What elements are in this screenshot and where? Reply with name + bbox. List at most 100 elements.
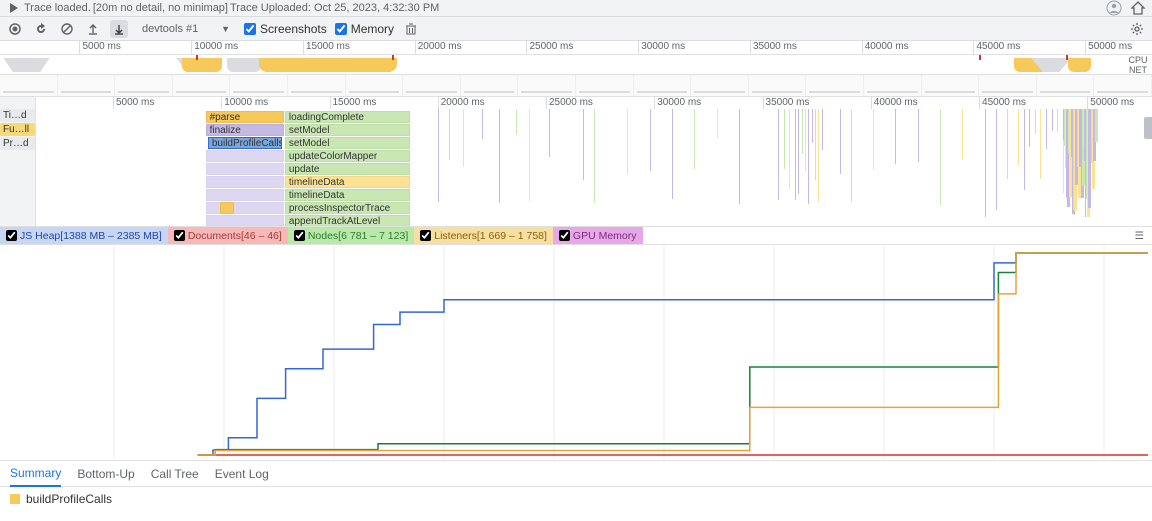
settings-button[interactable] xyxy=(1128,20,1146,38)
status-uploaded: Trace Uploaded: Oct 25, 2023, 4:32:30 PM xyxy=(230,2,439,14)
overview-marker xyxy=(1066,55,1068,60)
screenshot-thumb[interactable] xyxy=(346,75,404,96)
counter-gpu-label: GPU Memory xyxy=(573,230,637,242)
toolbar: devtools #1 ▼ Screenshots Memory xyxy=(0,17,1152,41)
memory-checkbox[interactable]: Memory xyxy=(335,22,394,36)
flame-call[interactable]: appendTrackAtLevel xyxy=(285,215,410,226)
record-button[interactable] xyxy=(6,20,24,38)
flame-call[interactable]: processInspectorTrace xyxy=(285,202,410,214)
screenshot-thumb[interactable] xyxy=(230,75,288,96)
ruler-tick: 40000 ms xyxy=(871,97,918,109)
screenshot-thumb[interactable] xyxy=(576,75,634,96)
flame-call[interactable]: finalize xyxy=(206,124,284,136)
overview-ruler[interactable]: 5000 ms10000 ms15000 ms20000 ms25000 ms3… xyxy=(0,41,1152,55)
counter-listeners-input[interactable] xyxy=(420,230,431,241)
ruler-tick: 15000 ms xyxy=(330,97,377,109)
screenshot-thumb[interactable] xyxy=(806,75,864,96)
flame-stripe xyxy=(672,109,673,199)
flame-call[interactable]: updateColorMapper xyxy=(285,150,410,162)
counter-gpu[interactable]: GPU Memory xyxy=(553,227,643,244)
flame-call[interactable] xyxy=(206,202,284,214)
flame-stripe xyxy=(985,109,986,217)
flame-call[interactable]: setModel xyxy=(285,124,410,136)
flame-call[interactable] xyxy=(206,163,284,175)
screenshot-thumb[interactable] xyxy=(461,75,519,96)
screenshot-thumb[interactable] xyxy=(1094,75,1152,96)
flame-call[interactable]: timelineData xyxy=(285,176,410,188)
avatar-icon[interactable] xyxy=(1106,0,1122,16)
counter-js-input[interactable] xyxy=(6,230,17,241)
reload-button[interactable] xyxy=(32,20,50,38)
target-dropdown[interactable]: devtools #1 ▼ xyxy=(136,21,236,37)
track-header[interactable]: Fu…ll xyxy=(0,123,35,136)
counter-gpu-input[interactable] xyxy=(559,230,570,241)
flame-call[interactable]: update xyxy=(285,163,410,175)
flame-call[interactable]: buildProfileCalls xyxy=(208,137,282,149)
flame-stripe xyxy=(798,109,799,194)
screenshot-thumb[interactable] xyxy=(749,75,807,96)
play-icon[interactable] xyxy=(6,0,22,16)
clear-button[interactable] xyxy=(58,20,76,38)
overview-strip[interactable]: CPU NET xyxy=(0,55,1152,75)
screenshots-input[interactable] xyxy=(244,23,256,35)
screenshot-thumb[interactable] xyxy=(115,75,173,96)
screenshot-thumb[interactable] xyxy=(288,75,346,96)
flame-stripe xyxy=(1024,109,1025,190)
counter-nodes-input[interactable] xyxy=(294,230,305,241)
flame-body[interactable]: #parsefinalizebuildProfileCalls loadingCo… xyxy=(36,109,1152,226)
status-detail: [20m no detail, no minimap] xyxy=(93,2,228,14)
garbage-collect-button[interactable] xyxy=(402,20,420,38)
screenshot-thumb[interactable] xyxy=(1037,75,1095,96)
screenshots-checkbox[interactable]: Screenshots xyxy=(244,22,327,36)
flame-stripe xyxy=(808,109,809,204)
counter-nodes[interactable]: Nodes[6 781 – 7 123] xyxy=(288,227,414,244)
screenshot-thumb[interactable] xyxy=(518,75,576,96)
track-header[interactable]: Pr…d xyxy=(0,137,35,150)
screenshot-thumb[interactable] xyxy=(691,75,749,96)
screenshot-thumb[interactable] xyxy=(403,75,461,96)
counter-documents[interactable]: Documents[46 – 46] xyxy=(168,227,288,244)
side-scroll-handle[interactable] xyxy=(1144,117,1152,139)
flame-call[interactable]: timelineData xyxy=(285,189,410,201)
download-button[interactable] xyxy=(110,20,128,38)
track-headers: Ti…d Fu…ll Pr…d xyxy=(0,97,36,226)
memory-chart[interactable] xyxy=(0,245,1152,461)
counter-docs-input[interactable] xyxy=(174,230,185,241)
screenshot-thumb[interactable] xyxy=(979,75,1037,96)
screenshot-thumb[interactable] xyxy=(864,75,922,96)
flame-call[interactable] xyxy=(206,215,284,226)
counters-menu-icon[interactable]: ☰ xyxy=(1127,230,1152,242)
counter-listeners[interactable]: Listeners[1 669 – 1 758] xyxy=(414,227,553,244)
ruler-tick: 50000 ms xyxy=(1087,97,1134,109)
screenshot-thumb[interactable] xyxy=(634,75,692,96)
flame-chart[interactable]: 5000 ms10000 ms15000 ms20000 ms25000 ms3… xyxy=(36,97,1152,226)
tab-call-tree[interactable]: Call Tree xyxy=(151,462,199,486)
flame-stripe xyxy=(1052,109,1053,131)
counter-js-heap[interactable]: JS Heap[1388 MB – 2385 MB] xyxy=(0,227,168,244)
screenshots-strip[interactable] xyxy=(0,75,1152,97)
screenshot-thumb[interactable] xyxy=(0,75,58,96)
screenshot-thumb[interactable] xyxy=(173,75,231,96)
counter-listeners-label: Listeners[1 669 – 1 758] xyxy=(434,230,547,242)
memory-input[interactable] xyxy=(335,23,347,35)
upload-button[interactable] xyxy=(84,20,102,38)
flame-call[interactable] xyxy=(220,202,233,214)
flame-call[interactable] xyxy=(206,150,284,162)
flame-stripe xyxy=(1040,109,1041,179)
flame-call[interactable] xyxy=(206,189,284,201)
flame-stripe xyxy=(940,109,941,205)
tab-bottom-up[interactable]: Bottom-Up xyxy=(77,462,134,486)
screenshot-thumb[interactable] xyxy=(922,75,980,96)
flame-call[interactable]: #parse xyxy=(206,111,284,123)
flame-call[interactable]: loadingComplete xyxy=(285,111,410,123)
home-icon[interactable] xyxy=(1130,0,1146,16)
screenshot-thumb[interactable] xyxy=(58,75,116,96)
tab-summary[interactable]: Summary xyxy=(10,461,61,487)
tab-event-log[interactable]: Event Log xyxy=(215,462,269,486)
flame-call[interactable] xyxy=(206,176,284,188)
overview-marker xyxy=(979,55,981,60)
ruler-tick: 50000 ms xyxy=(1085,41,1132,54)
track-header[interactable]: Ti…d xyxy=(0,109,35,122)
flame-stripe xyxy=(795,109,796,200)
flame-call[interactable]: setModel xyxy=(285,137,410,149)
